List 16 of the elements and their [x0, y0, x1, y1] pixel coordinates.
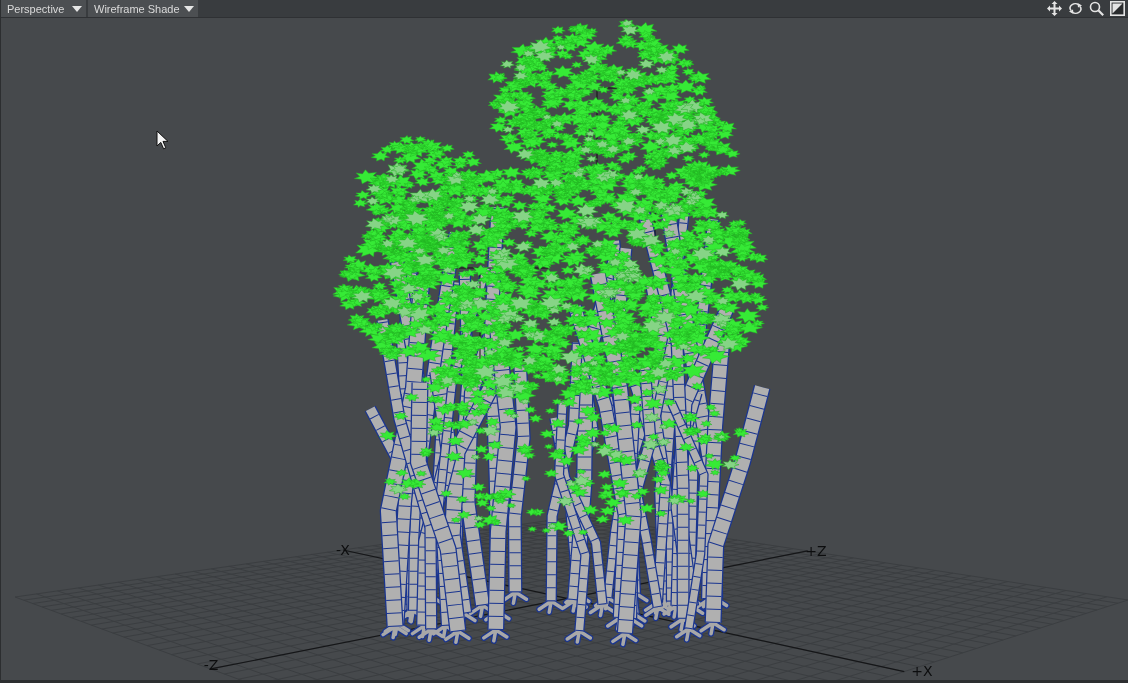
- shading-mode-dropdown[interactable]: Wireframe Shade: [88, 0, 198, 17]
- axis-label: +X: [911, 663, 933, 679]
- axis-label: +Z: [805, 543, 827, 559]
- zoom-button[interactable]: [1087, 0, 1106, 17]
- rotate-button[interactable]: [1066, 0, 1085, 17]
- magnifier-icon: [1089, 1, 1104, 16]
- axis-label: -X: [336, 542, 350, 558]
- rotate-arrows-icon: [1068, 1, 1083, 16]
- move-arrows-icon: [1047, 1, 1062, 16]
- caret-icon: [184, 5, 194, 12]
- axis-label: -Z: [203, 657, 219, 673]
- caret-icon: [72, 5, 82, 12]
- mouse-pointer-icon: [156, 130, 169, 150]
- view-mode-dropdown[interactable]: Perspective: [1, 0, 86, 17]
- move-button[interactable]: [1045, 0, 1064, 17]
- maximize-button[interactable]: [1108, 0, 1127, 17]
